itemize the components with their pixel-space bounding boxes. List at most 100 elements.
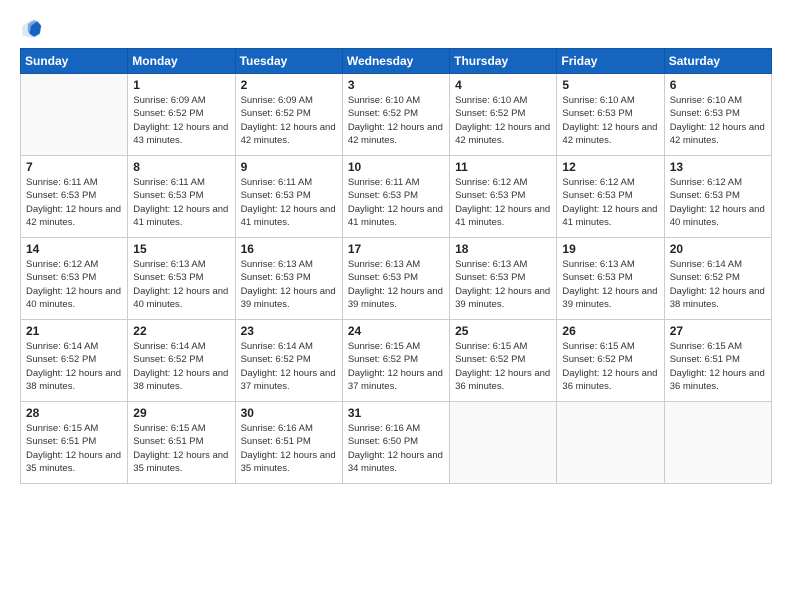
day-number: 13 (670, 160, 766, 174)
calendar-cell (557, 402, 664, 484)
day-detail: Sunrise: 6:15 AMSunset: 6:51 PMDaylight:… (133, 422, 229, 475)
day-detail: Sunrise: 6:12 AMSunset: 6:53 PMDaylight:… (670, 176, 766, 229)
header-area (20, 18, 772, 40)
calendar-week-row: 7 Sunrise: 6:11 AMSunset: 6:53 PMDayligh… (21, 156, 772, 238)
calendar-cell: 22 Sunrise: 6:14 AMSunset: 6:52 PMDaylig… (128, 320, 235, 402)
calendar-cell: 29 Sunrise: 6:15 AMSunset: 6:51 PMDaylig… (128, 402, 235, 484)
calendar-week-row: 21 Sunrise: 6:14 AMSunset: 6:52 PMDaylig… (21, 320, 772, 402)
calendar-cell: 4 Sunrise: 6:10 AMSunset: 6:52 PMDayligh… (450, 74, 557, 156)
logo-icon (20, 18, 42, 40)
day-detail: Sunrise: 6:11 AMSunset: 6:53 PMDaylight:… (241, 176, 337, 229)
day-detail: Sunrise: 6:13 AMSunset: 6:53 PMDaylight:… (133, 258, 229, 311)
calendar-cell: 17 Sunrise: 6:13 AMSunset: 6:53 PMDaylig… (342, 238, 449, 320)
day-detail: Sunrise: 6:11 AMSunset: 6:53 PMDaylight:… (133, 176, 229, 229)
weekday-header: Monday (128, 49, 235, 74)
day-number: 17 (348, 242, 444, 256)
weekday-header: Sunday (21, 49, 128, 74)
day-number: 6 (670, 78, 766, 92)
calendar-cell: 15 Sunrise: 6:13 AMSunset: 6:53 PMDaylig… (128, 238, 235, 320)
day-number: 30 (241, 406, 337, 420)
day-number: 3 (348, 78, 444, 92)
day-number: 16 (241, 242, 337, 256)
day-number: 5 (562, 78, 658, 92)
weekday-header: Wednesday (342, 49, 449, 74)
weekday-row: SundayMondayTuesdayWednesdayThursdayFrid… (21, 49, 772, 74)
calendar-table: SundayMondayTuesdayWednesdayThursdayFrid… (20, 48, 772, 484)
day-number: 28 (26, 406, 122, 420)
day-number: 24 (348, 324, 444, 338)
day-number: 20 (670, 242, 766, 256)
day-number: 21 (26, 324, 122, 338)
calendar-week-row: 28 Sunrise: 6:15 AMSunset: 6:51 PMDaylig… (21, 402, 772, 484)
day-detail: Sunrise: 6:15 AMSunset: 6:52 PMDaylight:… (455, 340, 551, 393)
calendar-cell: 6 Sunrise: 6:10 AMSunset: 6:53 PMDayligh… (664, 74, 771, 156)
day-detail: Sunrise: 6:15 AMSunset: 6:51 PMDaylight:… (26, 422, 122, 475)
calendar-cell: 1 Sunrise: 6:09 AMSunset: 6:52 PMDayligh… (128, 74, 235, 156)
calendar-week-row: 14 Sunrise: 6:12 AMSunset: 6:53 PMDaylig… (21, 238, 772, 320)
day-number: 4 (455, 78, 551, 92)
day-number: 9 (241, 160, 337, 174)
day-number: 27 (670, 324, 766, 338)
calendar-cell: 14 Sunrise: 6:12 AMSunset: 6:53 PMDaylig… (21, 238, 128, 320)
day-number: 19 (562, 242, 658, 256)
day-number: 2 (241, 78, 337, 92)
day-detail: Sunrise: 6:16 AMSunset: 6:51 PMDaylight:… (241, 422, 337, 475)
weekday-header: Friday (557, 49, 664, 74)
calendar-week-row: 1 Sunrise: 6:09 AMSunset: 6:52 PMDayligh… (21, 74, 772, 156)
calendar-cell: 31 Sunrise: 6:16 AMSunset: 6:50 PMDaylig… (342, 402, 449, 484)
calendar-cell: 7 Sunrise: 6:11 AMSunset: 6:53 PMDayligh… (21, 156, 128, 238)
logo (20, 18, 46, 40)
day-detail: Sunrise: 6:12 AMSunset: 6:53 PMDaylight:… (562, 176, 658, 229)
calendar-cell: 16 Sunrise: 6:13 AMSunset: 6:53 PMDaylig… (235, 238, 342, 320)
day-number: 8 (133, 160, 229, 174)
calendar-cell: 2 Sunrise: 6:09 AMSunset: 6:52 PMDayligh… (235, 74, 342, 156)
day-detail: Sunrise: 6:13 AMSunset: 6:53 PMDaylight:… (241, 258, 337, 311)
day-number: 23 (241, 324, 337, 338)
calendar-cell (664, 402, 771, 484)
day-detail: Sunrise: 6:16 AMSunset: 6:50 PMDaylight:… (348, 422, 444, 475)
day-detail: Sunrise: 6:09 AMSunset: 6:52 PMDaylight:… (133, 94, 229, 147)
calendar-cell: 21 Sunrise: 6:14 AMSunset: 6:52 PMDaylig… (21, 320, 128, 402)
calendar-cell: 8 Sunrise: 6:11 AMSunset: 6:53 PMDayligh… (128, 156, 235, 238)
weekday-header: Saturday (664, 49, 771, 74)
calendar-cell: 9 Sunrise: 6:11 AMSunset: 6:53 PMDayligh… (235, 156, 342, 238)
day-number: 18 (455, 242, 551, 256)
day-detail: Sunrise: 6:12 AMSunset: 6:53 PMDaylight:… (26, 258, 122, 311)
calendar-body: 1 Sunrise: 6:09 AMSunset: 6:52 PMDayligh… (21, 74, 772, 484)
calendar-cell: 24 Sunrise: 6:15 AMSunset: 6:52 PMDaylig… (342, 320, 449, 402)
day-number: 29 (133, 406, 229, 420)
calendar-cell: 28 Sunrise: 6:15 AMSunset: 6:51 PMDaylig… (21, 402, 128, 484)
calendar-cell: 18 Sunrise: 6:13 AMSunset: 6:53 PMDaylig… (450, 238, 557, 320)
day-detail: Sunrise: 6:14 AMSunset: 6:52 PMDaylight:… (26, 340, 122, 393)
calendar-header: SundayMondayTuesdayWednesdayThursdayFrid… (21, 49, 772, 74)
day-detail: Sunrise: 6:15 AMSunset: 6:51 PMDaylight:… (670, 340, 766, 393)
day-detail: Sunrise: 6:10 AMSunset: 6:52 PMDaylight:… (348, 94, 444, 147)
weekday-header: Thursday (450, 49, 557, 74)
day-number: 25 (455, 324, 551, 338)
day-number: 15 (133, 242, 229, 256)
day-detail: Sunrise: 6:15 AMSunset: 6:52 PMDaylight:… (348, 340, 444, 393)
calendar-cell: 10 Sunrise: 6:11 AMSunset: 6:53 PMDaylig… (342, 156, 449, 238)
day-number: 10 (348, 160, 444, 174)
calendar-cell: 27 Sunrise: 6:15 AMSunset: 6:51 PMDaylig… (664, 320, 771, 402)
day-detail: Sunrise: 6:10 AMSunset: 6:52 PMDaylight:… (455, 94, 551, 147)
calendar-cell: 26 Sunrise: 6:15 AMSunset: 6:52 PMDaylig… (557, 320, 664, 402)
day-detail: Sunrise: 6:11 AMSunset: 6:53 PMDaylight:… (26, 176, 122, 229)
day-number: 11 (455, 160, 551, 174)
day-detail: Sunrise: 6:10 AMSunset: 6:53 PMDaylight:… (670, 94, 766, 147)
day-number: 1 (133, 78, 229, 92)
day-detail: Sunrise: 6:14 AMSunset: 6:52 PMDaylight:… (241, 340, 337, 393)
day-detail: Sunrise: 6:13 AMSunset: 6:53 PMDaylight:… (348, 258, 444, 311)
page: SundayMondayTuesdayWednesdayThursdayFrid… (0, 0, 792, 612)
calendar-cell: 5 Sunrise: 6:10 AMSunset: 6:53 PMDayligh… (557, 74, 664, 156)
calendar-cell: 11 Sunrise: 6:12 AMSunset: 6:53 PMDaylig… (450, 156, 557, 238)
day-detail: Sunrise: 6:09 AMSunset: 6:52 PMDaylight:… (241, 94, 337, 147)
day-detail: Sunrise: 6:15 AMSunset: 6:52 PMDaylight:… (562, 340, 658, 393)
day-number: 14 (26, 242, 122, 256)
calendar-cell: 30 Sunrise: 6:16 AMSunset: 6:51 PMDaylig… (235, 402, 342, 484)
day-number: 22 (133, 324, 229, 338)
day-detail: Sunrise: 6:10 AMSunset: 6:53 PMDaylight:… (562, 94, 658, 147)
day-detail: Sunrise: 6:13 AMSunset: 6:53 PMDaylight:… (562, 258, 658, 311)
calendar-cell: 20 Sunrise: 6:14 AMSunset: 6:52 PMDaylig… (664, 238, 771, 320)
weekday-header: Tuesday (235, 49, 342, 74)
